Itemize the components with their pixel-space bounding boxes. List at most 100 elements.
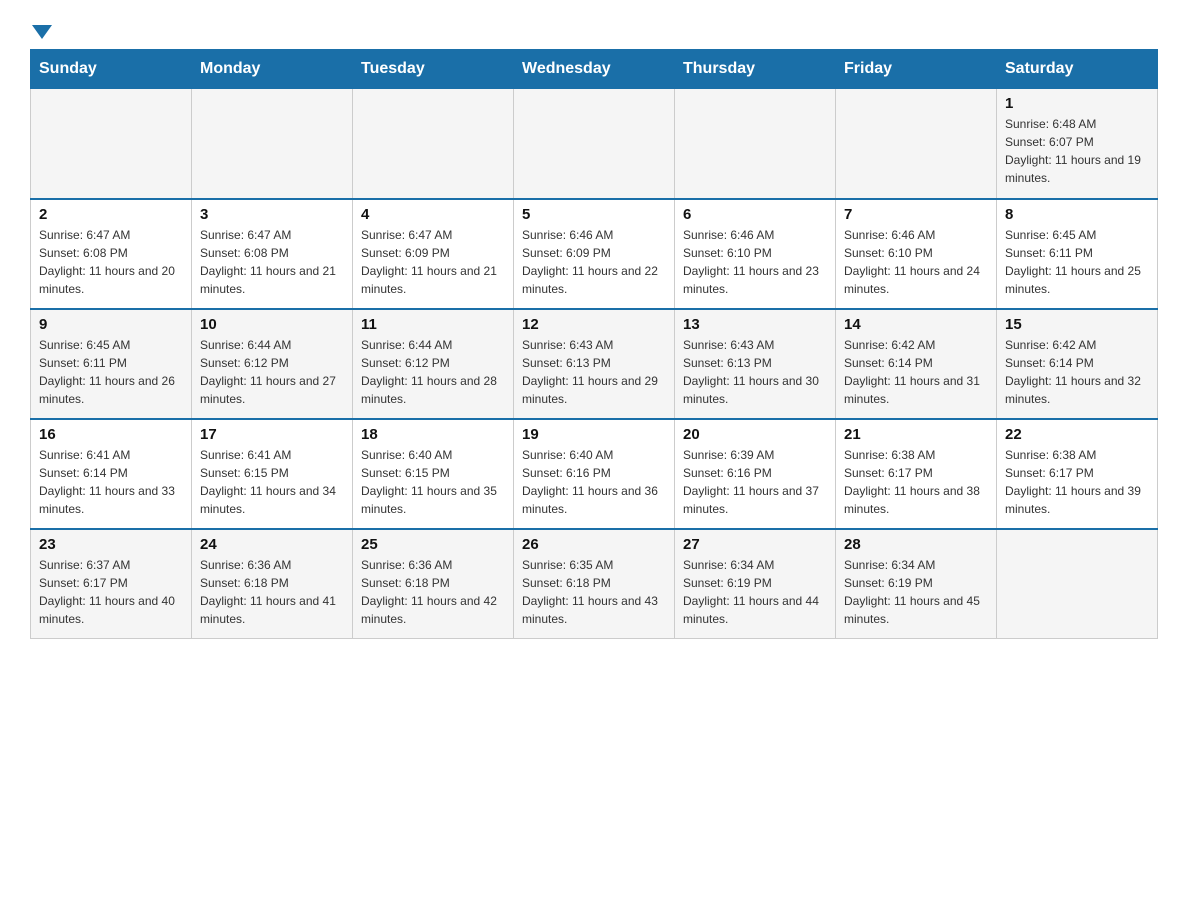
calendar-cell	[836, 89, 997, 199]
calendar-cell: 1 Sunrise: 6:48 AMSunset: 6:07 PMDaylight…	[997, 89, 1158, 199]
day-info: Sunrise: 6:43 AMSunset: 6:13 PMDaylight:…	[683, 336, 827, 408]
calendar-cell: 15 Sunrise: 6:42 AMSunset: 6:14 PMDayligh…	[997, 309, 1158, 419]
day-number: 27	[683, 536, 827, 553]
day-number: 26	[522, 536, 666, 553]
calendar-header-row: SundayMondayTuesdayWednesdayThursdayFrid…	[31, 50, 1158, 89]
day-number: 11	[361, 316, 505, 333]
day-info: Sunrise: 6:38 AMSunset: 6:17 PMDaylight:…	[1005, 446, 1149, 518]
calendar-cell: 9 Sunrise: 6:45 AMSunset: 6:11 PMDaylight…	[31, 309, 192, 419]
day-number: 28	[844, 536, 988, 553]
day-info: Sunrise: 6:43 AMSunset: 6:13 PMDaylight:…	[522, 336, 666, 408]
calendar-cell: 7Sunrise: 6:46 AMSunset: 6:10 PMDaylight…	[836, 199, 997, 309]
day-number: 2	[39, 206, 183, 223]
calendar-cell: 23 Sunrise: 6:37 AMSunset: 6:17 PMDayligh…	[31, 529, 192, 639]
day-number: 4	[361, 206, 505, 223]
day-number: 19	[522, 426, 666, 443]
column-header-tuesday: Tuesday	[353, 50, 514, 89]
calendar-cell: 5 Sunrise: 6:46 AMSunset: 6:09 PMDaylight…	[514, 199, 675, 309]
day-number: 23	[39, 536, 183, 553]
day-info: Sunrise: 6:48 AMSunset: 6:07 PMDaylight:…	[1005, 115, 1149, 187]
calendar-cell	[192, 89, 353, 199]
column-header-monday: Monday	[192, 50, 353, 89]
day-info: Sunrise: 6:44 AMSunset: 6:12 PMDaylight:…	[361, 336, 505, 408]
column-header-friday: Friday	[836, 50, 997, 89]
day-info: Sunrise: 6:47 AMSunset: 6:08 PMDaylight:…	[39, 226, 183, 298]
calendar-week-row: 16 Sunrise: 6:41 AMSunset: 6:14 PMDayligh…	[31, 419, 1158, 529]
day-number: 12	[522, 316, 666, 333]
calendar-cell: 8Sunrise: 6:45 AMSunset: 6:11 PMDaylight…	[997, 199, 1158, 309]
calendar-cell: 19 Sunrise: 6:40 AMSunset: 6:16 PMDayligh…	[514, 419, 675, 529]
day-number: 20	[683, 426, 827, 443]
day-info: Sunrise: 6:39 AMSunset: 6:16 PMDaylight:…	[683, 446, 827, 518]
day-number: 24	[200, 536, 344, 553]
day-number: 17	[200, 426, 344, 443]
calendar-cell: 10Sunrise: 6:44 AMSunset: 6:12 PMDayligh…	[192, 309, 353, 419]
calendar-week-row: 23 Sunrise: 6:37 AMSunset: 6:17 PMDayligh…	[31, 529, 1158, 639]
day-info: Sunrise: 6:41 AMSunset: 6:14 PMDaylight:…	[39, 446, 183, 518]
calendar-cell: 26 Sunrise: 6:35 AMSunset: 6:18 PMDayligh…	[514, 529, 675, 639]
day-number: 15	[1005, 316, 1149, 333]
calendar-cell: 18 Sunrise: 6:40 AMSunset: 6:15 PMDayligh…	[353, 419, 514, 529]
day-info: Sunrise: 6:37 AMSunset: 6:17 PMDaylight:…	[39, 556, 183, 628]
day-info: Sunrise: 6:45 AMSunset: 6:11 PMDaylight:…	[39, 336, 183, 408]
column-header-sunday: Sunday	[31, 50, 192, 89]
day-number: 3	[200, 206, 344, 223]
day-number: 18	[361, 426, 505, 443]
column-header-thursday: Thursday	[675, 50, 836, 89]
column-header-wednesday: Wednesday	[514, 50, 675, 89]
calendar-cell: 14Sunrise: 6:42 AMSunset: 6:14 PMDayligh…	[836, 309, 997, 419]
calendar-cell: 13 Sunrise: 6:43 AMSunset: 6:13 PMDayligh…	[675, 309, 836, 419]
day-number: 16	[39, 426, 183, 443]
day-number: 21	[844, 426, 988, 443]
calendar-cell: 3 Sunrise: 6:47 AMSunset: 6:08 PMDaylight…	[192, 199, 353, 309]
calendar-cell: 28 Sunrise: 6:34 AMSunset: 6:19 PMDayligh…	[836, 529, 997, 639]
calendar-cell: 11 Sunrise: 6:44 AMSunset: 6:12 PMDayligh…	[353, 309, 514, 419]
calendar-table: SundayMondayTuesdayWednesdayThursdayFrid…	[30, 49, 1158, 639]
day-number: 8	[1005, 206, 1149, 223]
calendar-week-row: 2 Sunrise: 6:47 AMSunset: 6:08 PMDaylight…	[31, 199, 1158, 309]
day-info: Sunrise: 6:42 AMSunset: 6:14 PMDaylight:…	[1005, 336, 1149, 408]
calendar-cell	[997, 529, 1158, 639]
day-number: 9	[39, 316, 183, 333]
day-info: Sunrise: 6:34 AMSunset: 6:19 PMDaylight:…	[844, 556, 988, 628]
calendar-cell: 4 Sunrise: 6:47 AMSunset: 6:09 PMDaylight…	[353, 199, 514, 309]
calendar-week-row: 9 Sunrise: 6:45 AMSunset: 6:11 PMDaylight…	[31, 309, 1158, 419]
calendar-cell: 20 Sunrise: 6:39 AMSunset: 6:16 PMDayligh…	[675, 419, 836, 529]
day-info: Sunrise: 6:38 AMSunset: 6:17 PMDaylight:…	[844, 446, 988, 518]
day-number: 6	[683, 206, 827, 223]
day-info: Sunrise: 6:46 AMSunset: 6:10 PMDaylight:…	[683, 226, 827, 298]
calendar-cell: 16 Sunrise: 6:41 AMSunset: 6:14 PMDayligh…	[31, 419, 192, 529]
day-number: 25	[361, 536, 505, 553]
day-number: 13	[683, 316, 827, 333]
day-number: 1	[1005, 95, 1149, 112]
logo	[30, 20, 54, 39]
calendar-cell: 22 Sunrise: 6:38 AMSunset: 6:17 PMDayligh…	[997, 419, 1158, 529]
day-info: Sunrise: 6:44 AMSunset: 6:12 PMDaylight:…	[200, 336, 344, 408]
calendar-cell: 24 Sunrise: 6:36 AMSunset: 6:18 PMDayligh…	[192, 529, 353, 639]
day-info: Sunrise: 6:40 AMSunset: 6:16 PMDaylight:…	[522, 446, 666, 518]
calendar-cell: 12 Sunrise: 6:43 AMSunset: 6:13 PMDayligh…	[514, 309, 675, 419]
day-number: 22	[1005, 426, 1149, 443]
calendar-cell	[353, 89, 514, 199]
calendar-cell: 2 Sunrise: 6:47 AMSunset: 6:08 PMDaylight…	[31, 199, 192, 309]
day-info: Sunrise: 6:46 AMSunset: 6:09 PMDaylight:…	[522, 226, 666, 298]
calendar-cell: 21 Sunrise: 6:38 AMSunset: 6:17 PMDayligh…	[836, 419, 997, 529]
calendar-cell: 27 Sunrise: 6:34 AMSunset: 6:19 PMDayligh…	[675, 529, 836, 639]
calendar-cell: 6 Sunrise: 6:46 AMSunset: 6:10 PMDaylight…	[675, 199, 836, 309]
calendar-cell	[514, 89, 675, 199]
calendar-cell: 25 Sunrise: 6:36 AMSunset: 6:18 PMDayligh…	[353, 529, 514, 639]
day-info: Sunrise: 6:34 AMSunset: 6:19 PMDaylight:…	[683, 556, 827, 628]
day-info: Sunrise: 6:36 AMSunset: 6:18 PMDaylight:…	[361, 556, 505, 628]
day-info: Sunrise: 6:40 AMSunset: 6:15 PMDaylight:…	[361, 446, 505, 518]
calendar-cell	[675, 89, 836, 199]
calendar-week-row: 1 Sunrise: 6:48 AMSunset: 6:07 PMDaylight…	[31, 89, 1158, 199]
day-info: Sunrise: 6:35 AMSunset: 6:18 PMDaylight:…	[522, 556, 666, 628]
day-info: Sunrise: 6:47 AMSunset: 6:08 PMDaylight:…	[200, 226, 344, 298]
day-number: 7	[844, 206, 988, 223]
day-info: Sunrise: 6:36 AMSunset: 6:18 PMDaylight:…	[200, 556, 344, 628]
day-number: 5	[522, 206, 666, 223]
day-info: Sunrise: 6:47 AMSunset: 6:09 PMDaylight:…	[361, 226, 505, 298]
page-header	[30, 20, 1158, 39]
calendar-cell: 17Sunrise: 6:41 AMSunset: 6:15 PMDayligh…	[192, 419, 353, 529]
calendar-cell	[31, 89, 192, 199]
